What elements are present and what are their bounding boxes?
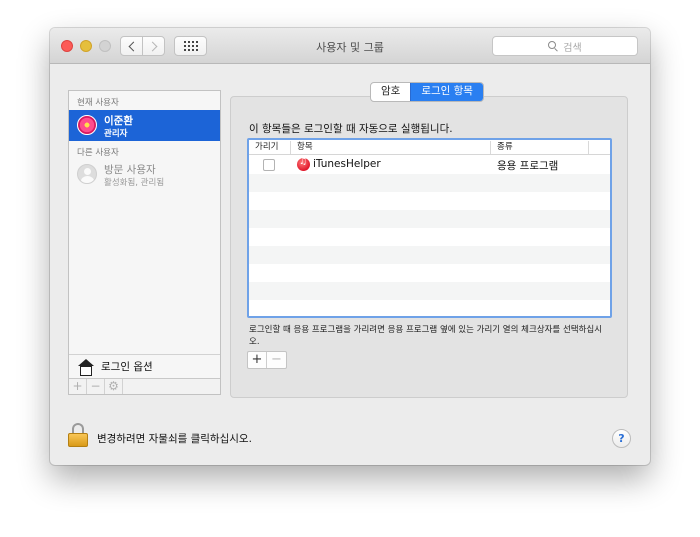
table-header: 가리기 항목 종류	[249, 140, 610, 155]
user-row-guest[interactable]: 방문 사용자 활성화됨, 관리됨	[69, 159, 220, 190]
guest-status: 활성화됨, 관리됨	[104, 178, 165, 188]
login-items-table[interactable]: 가리기 항목 종류 iTunesHelper 응용 프로그램	[247, 138, 612, 318]
empty-row	[249, 264, 610, 282]
current-users-header: 현재 사용자	[77, 98, 119, 108]
empty-row	[249, 210, 610, 228]
search-field[interactable]: 검색	[492, 36, 638, 56]
hide-hint-text: 로그인할 때 응용 프로그램을 가리려면 응용 프로그램 옆에 있는 가리기 열…	[249, 325, 603, 347]
guest-avatar-icon	[77, 164, 97, 184]
table-row[interactable]: iTunesHelper 응용 프로그램	[249, 156, 610, 174]
user-name: 이준환	[104, 115, 133, 127]
tab-control: 암호 로그인 항목	[370, 82, 484, 102]
column-hide[interactable]: 가리기	[249, 141, 291, 154]
itunes-icon	[297, 157, 310, 171]
sidebar-toolbar: + − ⚙	[69, 378, 220, 394]
add-remove-control: + −	[247, 351, 287, 369]
add-user-button[interactable]: +	[69, 379, 87, 394]
users-groups-window: 사용자 및 그룹 검색 현재 사용자 이준환 관리자 다른 사용자 방문 사용자…	[50, 28, 650, 465]
user-role: 관리자	[104, 129, 128, 139]
login-items-intro: 이 항목들은 로그인할 때 자동으로 실행됩니다.	[249, 123, 453, 135]
column-kind[interactable]: 종류	[491, 141, 589, 154]
remove-item-button[interactable]: −	[267, 352, 286, 368]
flower-avatar-icon	[77, 115, 97, 135]
search-placeholder: 검색	[563, 42, 582, 54]
tab-login-items[interactable]: 로그인 항목	[410, 83, 483, 101]
help-button[interactable]: ?	[612, 429, 631, 448]
column-item[interactable]: 항목	[291, 141, 491, 154]
titlebar: 사용자 및 그룹 검색	[50, 28, 650, 64]
login-options-label: 로그인 옵션	[101, 361, 153, 373]
remove-user-button[interactable]: −	[87, 379, 105, 394]
item-name: iTunesHelper	[313, 158, 381, 170]
lock-hint-text: 변경하려면 자물쇠를 클릭하십시오.	[97, 433, 252, 445]
add-item-button[interactable]: +	[248, 352, 267, 368]
item-kind: 응용 프로그램	[497, 160, 559, 172]
house-icon	[77, 358, 95, 376]
login-options-item[interactable]: 로그인 옵션	[69, 354, 220, 378]
lock-icon[interactable]	[68, 423, 88, 447]
other-users-header: 다른 사용자	[77, 148, 119, 158]
empty-row	[249, 192, 610, 210]
empty-row	[249, 228, 610, 246]
empty-row	[249, 300, 610, 316]
hide-checkbox[interactable]	[263, 159, 275, 171]
guest-name: 방문 사용자	[104, 164, 156, 176]
user-list-sidebar: 현재 사용자 이준환 관리자 다른 사용자 방문 사용자 활성화됨, 관리됨 로…	[68, 90, 221, 395]
user-row-current[interactable]: 이준환 관리자	[69, 110, 220, 141]
tab-password[interactable]: 암호	[371, 83, 410, 101]
empty-row	[249, 174, 610, 192]
search-icon	[548, 41, 558, 51]
empty-row	[249, 246, 610, 264]
empty-row	[249, 282, 610, 300]
lock-body	[68, 433, 88, 447]
gear-icon[interactable]: ⚙	[105, 379, 123, 394]
